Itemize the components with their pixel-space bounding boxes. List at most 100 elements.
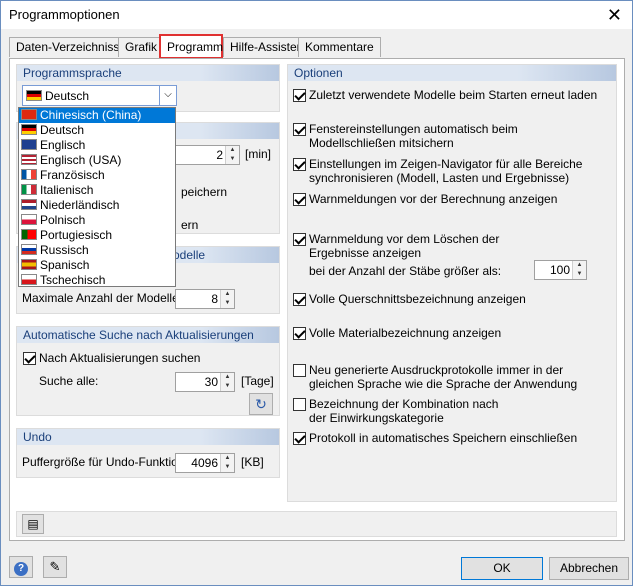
- poland-flag-icon: [21, 214, 37, 225]
- options-group: Optionen Zuletzt verwendete Modelle beim…: [287, 64, 617, 502]
- usa-flag-icon: [21, 154, 37, 165]
- autosave-interval-stepper[interactable]: 2 ▲ ▼: [175, 145, 240, 165]
- language-option-english[interactable]: Englisch: [19, 138, 175, 153]
- language-option-english-usa[interactable]: Englisch (USA): [19, 153, 175, 168]
- undo-group-header: Undo: [17, 429, 279, 445]
- france-flag-icon: [21, 169, 37, 180]
- option-label-7: Volle Materialbezeichnung anzeigen: [309, 326, 502, 340]
- options-group-header: Optionen: [288, 65, 616, 81]
- pane-bottom-toolbar: ▤: [16, 511, 617, 537]
- spin-arrows[interactable]: ▲ ▼: [220, 373, 234, 391]
- check-updates-label: Nach Aktualisierungen suchen: [39, 351, 201, 365]
- undo-buffer-stepper[interactable]: 4096 ▲ ▼: [175, 453, 235, 473]
- option-label-5: Warnmeldung vor dem Löschen der Ergebnis…: [309, 232, 500, 260]
- option-checkbox-4[interactable]: [293, 193, 306, 206]
- language-option-spanish[interactable]: Spanisch: [19, 258, 175, 273]
- czech-flag-icon: [21, 274, 37, 285]
- edit-icon: ✎: [49, 559, 61, 574]
- search-interval-label: Suche alle:: [39, 374, 99, 388]
- autosave-option-2-label: ern: [181, 218, 199, 232]
- search-interval-unit: [Tage]: [241, 374, 274, 388]
- language-option-dutch[interactable]: Niederländisch: [19, 198, 175, 213]
- bars-threshold-label: bei der Anzahl der Stäbe größer als:: [309, 264, 502, 278]
- language-option-russian[interactable]: Russisch: [19, 243, 175, 258]
- language-dropdown-list: Chinesisch (China) Deutsch Englisch Engl…: [18, 107, 176, 287]
- russia-flag-icon: [21, 244, 37, 255]
- spin-arrows[interactable]: ▲ ▼: [225, 146, 239, 164]
- language-option-polish[interactable]: Polnisch: [19, 213, 175, 228]
- uk-flag-icon: [21, 139, 37, 150]
- spin-arrows[interactable]: ▲ ▼: [572, 261, 586, 279]
- option-checkbox-6[interactable]: [293, 293, 306, 306]
- search-interval-stepper[interactable]: 30 ▲ ▼: [175, 372, 235, 392]
- language-option-french[interactable]: Französisch: [19, 168, 175, 183]
- italy-flag-icon: [21, 184, 37, 195]
- updates-group: Automatische Suche nach Aktualisierungen…: [16, 326, 280, 416]
- portugal-flag-icon: [21, 229, 37, 240]
- undo-buffer-label: Puffergröße für Undo-Funktion:: [22, 455, 188, 469]
- check-updates-checkbox[interactable]: [23, 352, 36, 365]
- option-label-6: Volle Querschnittsbezeichnung anzeigen: [309, 292, 526, 306]
- document-icon: ▤: [27, 517, 39, 531]
- models-header-label: odelle: [173, 248, 206, 262]
- spin-arrows[interactable]: ▲ ▼: [220, 454, 234, 472]
- undo-buffer-value: 4096: [191, 456, 218, 470]
- option-checkbox-2[interactable]: [293, 123, 306, 136]
- option-checkbox-10[interactable]: [293, 432, 306, 445]
- window-title: Programmoptionen: [9, 7, 120, 22]
- autosave-interval-value: 2: [216, 148, 223, 162]
- german-flag-icon: [21, 124, 37, 135]
- option-checkbox-5[interactable]: [293, 233, 306, 246]
- language-option-portuguese[interactable]: Portugiesisch: [19, 228, 175, 243]
- netherlands-flag-icon: [21, 199, 37, 210]
- cancel-button[interactable]: Abbrechen: [549, 557, 629, 580]
- option-label-2: Fenstereinstellungen automatisch beim Mo…: [309, 122, 518, 150]
- bars-threshold-stepper[interactable]: 100 ▲ ▼: [534, 260, 587, 280]
- updates-group-header: Automatische Suche nach Aktualisierungen: [17, 327, 279, 343]
- max-models-stepper[interactable]: 8 ▲ ▼: [175, 289, 235, 309]
- language-group: Programmsprache Deutsch ⌵: [16, 64, 280, 112]
- option-checkbox-3[interactable]: [293, 158, 306, 171]
- language-group-header: Programmsprache: [17, 65, 279, 81]
- option-label-9: Bezeichnung der Kombination nach der Ein…: [309, 397, 499, 425]
- language-option-german[interactable]: Deutsch: [19, 123, 175, 138]
- undo-buffer-unit: [KB]: [241, 455, 264, 469]
- language-option-italian[interactable]: Italienisch: [19, 183, 175, 198]
- language-selected-value: Deutsch: [45, 89, 90, 103]
- chevron-down-icon: ⌵: [159, 86, 176, 105]
- autosave-unit: [min]: [245, 147, 272, 161]
- option-checkbox-8[interactable]: [293, 364, 306, 377]
- tab-kommentare[interactable]: Kommentare: [298, 37, 381, 57]
- option-checkbox-9[interactable]: [293, 398, 306, 411]
- spain-flag-icon: [21, 259, 37, 270]
- tab-programm[interactable]: Programm: [159, 34, 223, 59]
- tab-grafik[interactable]: Grafik: [118, 37, 165, 57]
- option-checkbox-7[interactable]: [293, 327, 306, 340]
- help-icon: ?: [14, 562, 28, 576]
- language-select[interactable]: Deutsch ⌵: [22, 85, 177, 106]
- option-label-1: Zuletzt verwendete Modelle beim Starten …: [309, 88, 598, 102]
- option-label-3: Einstellungen im Zeigen-Navigator für al…: [309, 157, 583, 185]
- option-label-8: Neu generierte Ausdruckprotokolle immer …: [309, 363, 578, 391]
- edit-button[interactable]: ✎: [43, 556, 67, 578]
- bars-threshold-value: 100: [549, 263, 570, 277]
- close-icon[interactable]: ✕: [607, 5, 622, 26]
- china-flag-icon: [21, 109, 37, 120]
- undo-group: Undo Puffergröße für Undo-Funktion: 4096…: [16, 428, 280, 478]
- tab-daten-verzeichnisse[interactable]: Daten-Verzeichnisse: [9, 37, 134, 57]
- option-label-10: Protokoll in automatisches Speichern ein…: [309, 431, 578, 445]
- option-checkbox-1[interactable]: [293, 89, 306, 102]
- language-option-czech[interactable]: Tschechisch: [19, 273, 175, 288]
- autosave-option-1-label: peichern: [181, 185, 228, 199]
- export-settings-button[interactable]: ▤: [22, 514, 44, 534]
- check-now-button[interactable]: ↻: [249, 393, 273, 415]
- german-flag-icon: [26, 90, 42, 101]
- language-option-chinese[interactable]: Chinesisch (China): [19, 108, 175, 123]
- help-button[interactable]: ?: [9, 556, 33, 578]
- dialog-window: Programmoptionen ✕ Daten-Verzeichnisse G…: [0, 0, 633, 586]
- max-models-value: 8: [211, 292, 218, 306]
- spin-arrows[interactable]: ▲ ▼: [220, 290, 234, 308]
- refresh-icon: ↻: [255, 396, 267, 412]
- ok-button[interactable]: OK: [461, 557, 543, 580]
- max-models-label: Maximale Anzahl der Modelle:: [22, 291, 183, 305]
